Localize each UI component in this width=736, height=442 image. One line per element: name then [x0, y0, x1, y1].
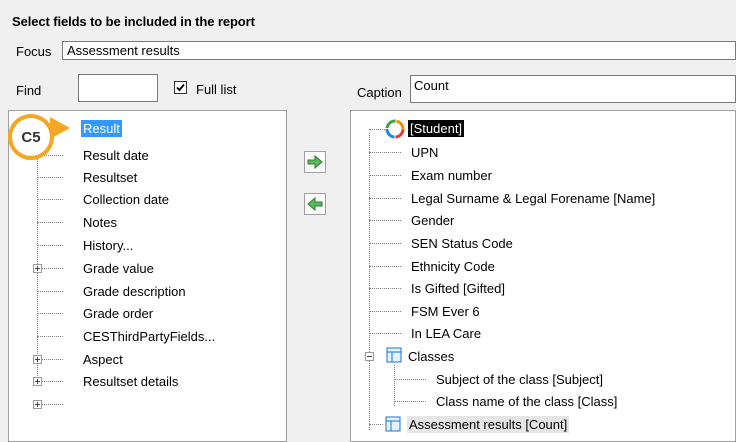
tree-item-grade-value[interactable]: Grade value	[83, 260, 154, 277]
expand-resultset-details-icon[interactable]	[33, 400, 42, 409]
find-input[interactable]	[78, 74, 158, 102]
tree-item-name[interactable]: Legal Surname & Legal Forename [Name]	[411, 190, 655, 207]
full-list-checkbox[interactable]	[174, 81, 187, 94]
callout-badge: C5	[8, 114, 54, 160]
focus-label: Focus	[16, 44, 52, 59]
tree-item-notes[interactable]: Notes	[83, 214, 117, 231]
expand-history-icon[interactable]	[33, 264, 42, 273]
callout-badge-label: C5	[12, 118, 50, 156]
tree-item-resultset-details[interactable]: Resultset details	[83, 373, 178, 390]
find-label: Find	[16, 83, 42, 98]
tree-item-student[interactable]: [Student]	[408, 120, 465, 137]
tree-item-resultset[interactable]: Resultset	[83, 169, 137, 186]
expand-aspect-icon[interactable]	[33, 377, 42, 386]
tree-item-class-name[interactable]: Class name of the class [Class]	[436, 393, 617, 410]
caption-label: Caption	[357, 85, 402, 100]
remove-field-button[interactable]	[304, 193, 326, 215]
tree-item-cesthirdpartyfields[interactable]: CESThirdPartyFields...	[83, 328, 215, 345]
tree-item-classes[interactable]: Classes	[408, 348, 454, 365]
tree-item-subject[interactable]: Subject of the class [Subject]	[436, 371, 603, 388]
expand-cesthirdpartyfields-icon[interactable]	[33, 355, 42, 364]
collapse-classes-icon[interactable]	[365, 352, 374, 361]
tree-item-assessment-results[interactable]: Assessment results [Count]	[407, 416, 570, 433]
tree-item-collection-date[interactable]: Collection date	[83, 191, 169, 208]
selected-fields-tree[interactable]: [Student] UPN Exam number Legal Surname …	[350, 110, 736, 442]
checkmark-icon	[176, 83, 185, 92]
tree-item-fsm-ever-6[interactable]: FSM Ever 6	[411, 303, 480, 320]
tree-item-grade-order[interactable]: Grade order	[83, 305, 153, 322]
tree-item-aspect[interactable]: Aspect	[83, 351, 123, 368]
tree-item-result-date[interactable]: Result date	[83, 147, 149, 164]
table-icon	[385, 416, 401, 432]
dialog-title: Select fields to be included in the repo…	[12, 14, 255, 29]
caption-input[interactable]: Count	[410, 75, 736, 103]
right-arrow-icon	[307, 154, 323, 170]
tree-item-grade-description[interactable]: Grade description	[83, 283, 186, 300]
tree-item-sen-status-code[interactable]: SEN Status Code	[411, 235, 513, 252]
tree-item-gender[interactable]: Gender	[411, 212, 454, 229]
tree-item-in-lea-care[interactable]: In LEA Care	[411, 325, 481, 342]
table-icon	[386, 347, 402, 363]
available-fields-tree[interactable]: Result Result date Resultset Collection …	[8, 110, 287, 442]
tree-item-history[interactable]: History...	[83, 237, 133, 254]
add-field-button[interactable]	[304, 151, 326, 173]
left-arrow-icon	[307, 196, 323, 212]
tree-item-result[interactable]: Result	[81, 120, 122, 137]
tree-item-upn[interactable]: UPN	[411, 144, 438, 161]
tree-item-gifted[interactable]: Is Gifted [Gifted]	[411, 280, 505, 297]
tree-item-ethnicity-code[interactable]: Ethnicity Code	[411, 258, 495, 275]
student-icon	[385, 119, 405, 139]
full-list-label[interactable]: Full list	[196, 82, 236, 97]
focus-field[interactable]: Assessment results	[62, 41, 736, 60]
tree-item-exam-number[interactable]: Exam number	[411, 167, 492, 184]
